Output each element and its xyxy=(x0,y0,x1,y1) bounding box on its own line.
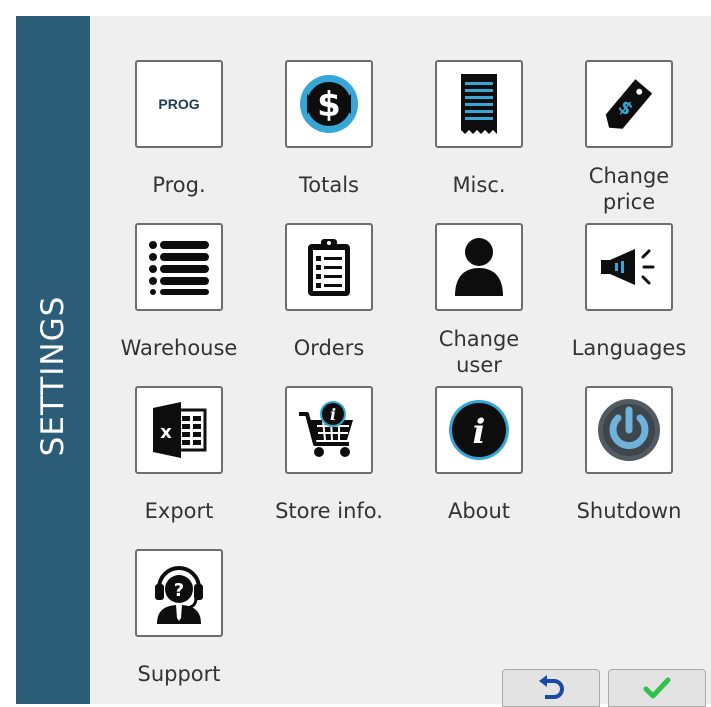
settings-panel: PROG Prog. $ Totals Misc. $ Change price… xyxy=(90,16,711,704)
tile-label-support: Support xyxy=(137,662,221,686)
svg-text:?: ? xyxy=(174,580,184,601)
tile-shutdown[interactable]: Shutdown xyxy=(540,386,710,536)
tile-label-shutdown: Shutdown xyxy=(576,499,682,523)
power-icon xyxy=(585,386,673,474)
tile-about[interactable]: i About xyxy=(390,386,560,536)
tile-support[interactable]: ? Support xyxy=(90,549,260,699)
settings-sidebar: SETTINGS xyxy=(16,16,90,704)
info-icon: i xyxy=(435,386,523,474)
dollar-icon: $ xyxy=(285,60,373,148)
tile-label-languages: Languages xyxy=(571,336,687,360)
megaphone-icon xyxy=(585,223,673,311)
support-icon: ? xyxy=(135,549,223,637)
svg-text:$: $ xyxy=(317,85,341,125)
tile-misc[interactable]: Misc. xyxy=(390,60,560,210)
tile-export[interactable]: x Export xyxy=(90,386,260,536)
tile-orders[interactable]: Orders xyxy=(240,223,410,373)
tile-change-price[interactable]: $ Change price xyxy=(540,60,710,214)
svg-text:i: i xyxy=(330,405,336,424)
clipboard-icon xyxy=(285,223,373,311)
tile-warehouse[interactable]: Warehouse xyxy=(90,223,260,373)
cart-info-icon: i xyxy=(285,386,373,474)
user-icon xyxy=(435,223,523,311)
checkmark-icon xyxy=(643,677,671,699)
tile-label-change-price: Change price xyxy=(588,164,670,214)
tile-prog[interactable]: PROG Prog. xyxy=(90,60,260,210)
price-tag-icon: $ xyxy=(585,60,673,148)
confirm-button[interactable] xyxy=(608,669,706,707)
tile-languages[interactable]: Languages xyxy=(540,223,710,373)
prog-icon-text: PROG xyxy=(158,96,200,112)
tile-change-user[interactable]: Change user xyxy=(390,223,560,377)
svg-text:x: x xyxy=(160,422,172,443)
list-icon xyxy=(135,223,223,311)
receipt-icon xyxy=(435,60,523,148)
tile-totals[interactable]: $ Totals xyxy=(240,60,410,210)
back-button[interactable] xyxy=(502,669,600,707)
undo-icon xyxy=(539,675,564,699)
svg-text:i: i xyxy=(473,412,486,452)
excel-icon: x xyxy=(135,386,223,474)
tile-store-info[interactable]: i Store info. xyxy=(240,386,410,536)
prog-icon: PROG xyxy=(135,60,223,148)
sidebar-title: SETTINGS xyxy=(35,295,71,457)
